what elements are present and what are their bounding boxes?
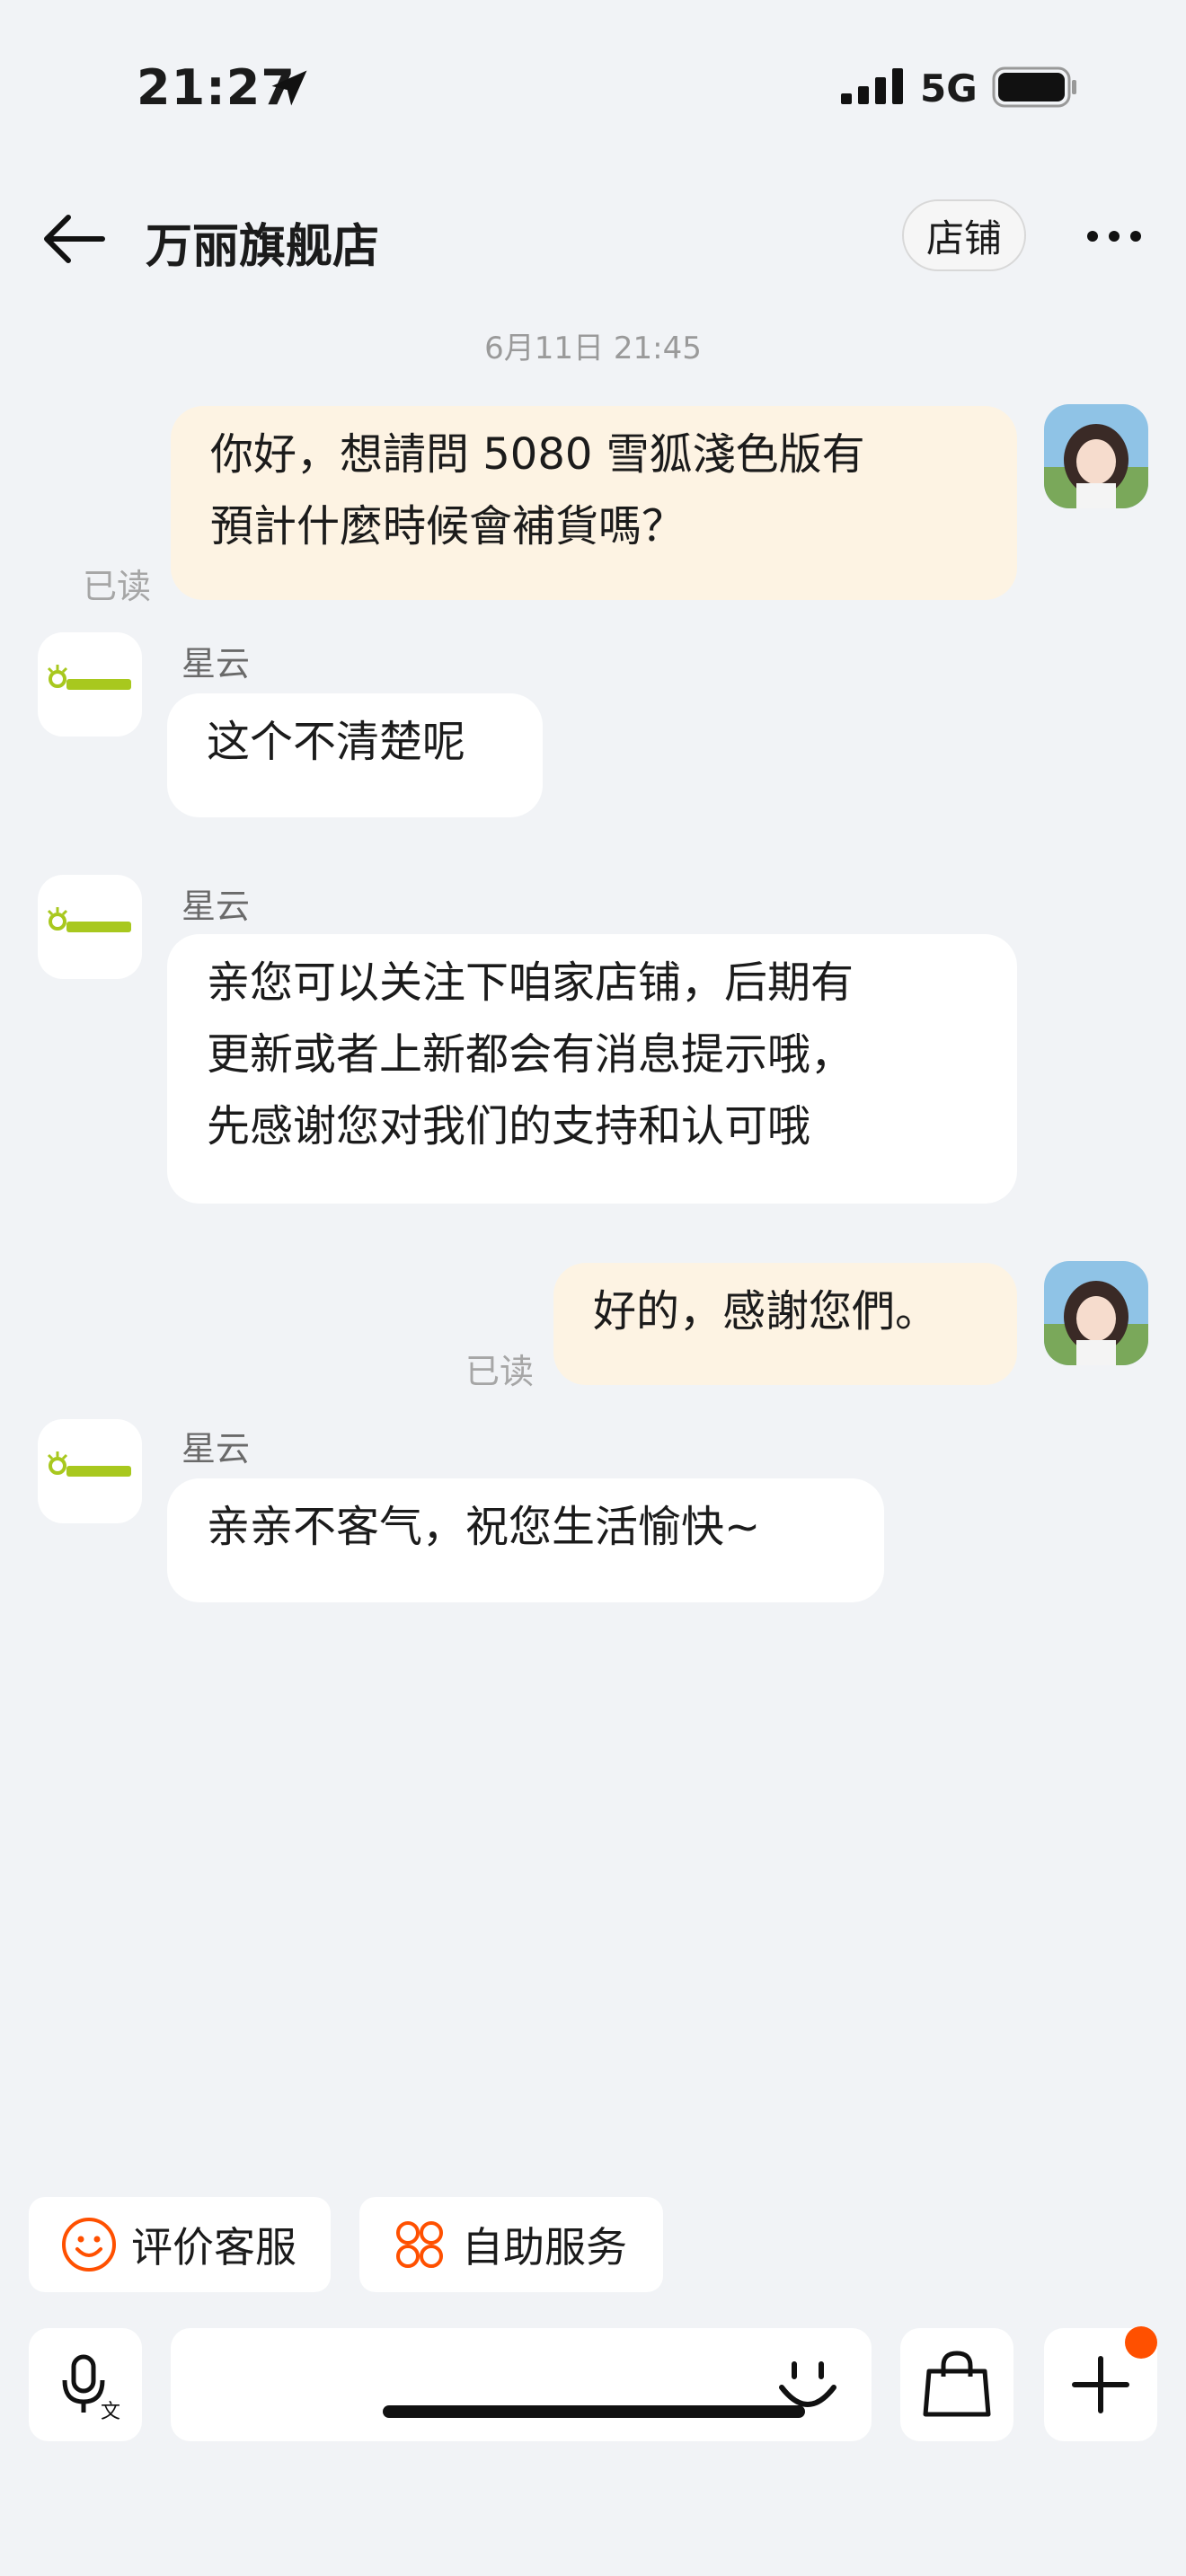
grid-service-icon xyxy=(396,2221,443,2268)
rate-service-button[interactable]: 评价客服 xyxy=(29,2197,331,2292)
shop-avatar[interactable] xyxy=(38,632,142,737)
shop-message-bubble[interactable]: 亲亲不客气，祝您生活愉快~ xyxy=(167,1478,884,1602)
self-service-label: 自助服务 xyxy=(462,2223,627,2272)
network-type: 5G xyxy=(920,66,978,110)
microphone-translate-icon: 文 xyxy=(62,2354,120,2423)
smile-icon xyxy=(62,2218,116,2272)
message-input[interactable] xyxy=(171,2328,872,2441)
message-text-line: 更新或者上新都会有消息提示哦， xyxy=(207,1029,854,1080)
message-text-line: 預計什麼時候會補貨嗎？ xyxy=(210,501,686,551)
shop-avatar[interactable] xyxy=(38,1419,142,1523)
manli-logo-icon xyxy=(47,907,131,932)
notification-dot xyxy=(1125,2326,1157,2359)
voice-input-button[interactable]: 文 xyxy=(29,2328,142,2441)
shop-message-bubble[interactable]: 亲您可以关注下咱家店铺，后期有 更新或者上新都会有消息提示哦， 先感谢您对我们的… xyxy=(167,934,1017,1204)
products-button[interactable] xyxy=(900,2328,1013,2441)
my-message-bubble[interactable]: 你好，想請問 5080 雪狐淺色版有 預計什麼時候會補貨嗎？ xyxy=(171,406,1017,600)
user-avatar-image xyxy=(1044,1261,1148,1365)
self-service-button[interactable]: 自助服务 xyxy=(359,2197,663,2292)
shop-message-bubble[interactable]: 这个不清楚呢 xyxy=(167,693,543,817)
svg-text:文: 文 xyxy=(101,2401,120,2423)
back-arrow-icon[interactable] xyxy=(40,212,108,266)
message-text-line: 好的，感謝您們。 xyxy=(593,1286,939,1337)
shopping-bag-icon xyxy=(923,2351,991,2417)
home-indicator xyxy=(383,2405,805,2418)
manli-logo-icon xyxy=(47,1451,131,1477)
sender-name: 星云 xyxy=(181,1429,251,1469)
message-text-line: 亲您可以关注下咱家店铺，后期有 xyxy=(207,957,854,1008)
my-message-bubble[interactable]: 好的，感謝您們。 xyxy=(553,1263,1017,1385)
message-text-line: 这个不清楚呢 xyxy=(207,717,466,767)
cellular-signal-icon xyxy=(841,68,903,104)
user-avatar[interactable] xyxy=(1044,1261,1148,1365)
rate-service-label: 评价客服 xyxy=(131,2223,296,2272)
user-avatar[interactable] xyxy=(1044,404,1148,508)
user-avatar-image xyxy=(1044,404,1148,508)
manli-logo-icon xyxy=(47,665,131,690)
page-title: 万丽旗舰店 xyxy=(146,220,380,274)
more-options-icon[interactable] xyxy=(1085,223,1143,250)
read-status: 已读 xyxy=(83,567,152,606)
sender-name: 星云 xyxy=(181,887,251,926)
message-text-line: 亲亲不客气，祝您生活愉快~ xyxy=(207,1502,761,1552)
message-text-line: 你好，想請問 5080 雪狐淺色版有 xyxy=(210,429,865,480)
sender-name: 星云 xyxy=(181,644,251,684)
store-button[interactable]: 店铺 xyxy=(902,199,1026,271)
battery-icon xyxy=(992,66,1076,108)
location-arrow-icon xyxy=(271,70,307,106)
message-timestamp: 6月11日 21:45 xyxy=(484,331,702,366)
message-text-line: 先感谢您对我们的支持和认可哦 xyxy=(207,1101,811,1151)
read-status: 已读 xyxy=(465,1352,535,1391)
shop-avatar[interactable] xyxy=(38,875,142,979)
